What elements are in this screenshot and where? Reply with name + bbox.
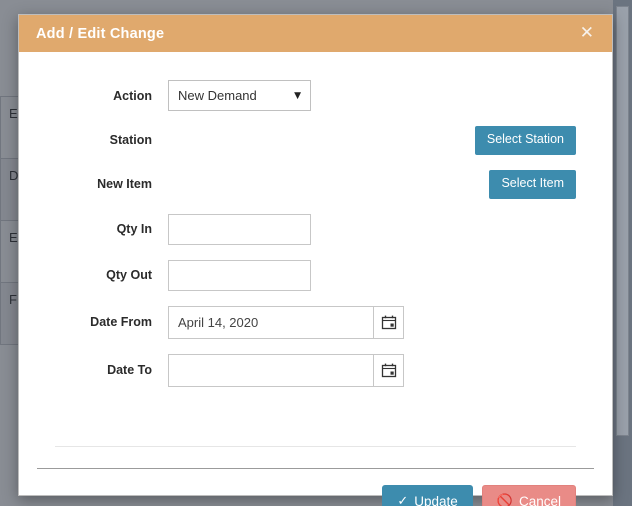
select-station-button[interactable]: Select Station — [474, 126, 576, 155]
date-to-group — [168, 353, 404, 387]
qty-in-label: Qty In — [116, 222, 152, 236]
calendar-icon-button-date-from[interactable] — [373, 305, 404, 339]
field-row-action: Action New Demand ▼ — [19, 80, 612, 111]
check-icon: ✓ — [397, 493, 409, 506]
qty-out-control — [168, 259, 612, 291]
calendar-icon-button-date-to[interactable] — [373, 353, 404, 387]
close-icon[interactable]: ✕ — [576, 23, 598, 44]
qty-in-control — [168, 213, 612, 245]
field-row-station: Station Select Station — [19, 126, 612, 155]
no-entry-icon: 🚫 — [496, 493, 513, 506]
new-item-control: Select Item — [168, 169, 612, 199]
field-row-date-to: Date To — [19, 353, 612, 387]
action-control: New Demand ▼ — [168, 80, 612, 111]
date-from-input[interactable] — [168, 305, 373, 339]
form-divider — [55, 446, 576, 447]
date-to-label: Date To — [107, 363, 152, 377]
field-row-new-item: New Item Select Item — [19, 169, 612, 199]
calendar-icon — [381, 363, 396, 378]
action-label: Action — [113, 88, 152, 103]
vertical-scrollbar[interactable] — [613, 0, 632, 506]
dialog-header: Add / Edit Change ✕ — [19, 15, 612, 52]
dialog-title: Add / Edit Change — [36, 25, 165, 42]
add-edit-change-dialog: Add / Edit Change ✕ Action New Demand ▼ … — [18, 14, 613, 506]
action-select-wrap: New Demand ▼ — [168, 80, 311, 111]
qty-out-label: Qty Out — [106, 268, 152, 282]
update-button-label: Update — [414, 493, 458, 506]
station-label: Station — [109, 133, 152, 148]
station-control: Select Station — [168, 126, 612, 155]
cancel-button[interactable]: 🚫 Cancel — [481, 484, 576, 506]
update-button[interactable]: ✓ Update — [382, 484, 473, 506]
field-row-date-from: Date From — [19, 305, 612, 339]
dialog-body: Action New Demand ▼ Station Select Stati… — [19, 52, 612, 506]
field-row-qty-out: Qty Out — [19, 259, 612, 291]
date-from-group — [168, 305, 404, 339]
field-row-qty-in: Qty In — [19, 213, 612, 245]
qty-in-input[interactable] — [168, 213, 311, 245]
new-item-label: New Item — [97, 177, 152, 192]
dialog-footer: ✓ Update 🚫 Cancel — [19, 469, 612, 506]
scrollbar-thumb[interactable] — [616, 6, 629, 436]
date-to-control — [168, 353, 612, 387]
calendar-icon — [381, 315, 396, 330]
action-select[interactable]: New Demand — [168, 80, 311, 111]
qty-out-input[interactable] — [168, 259, 311, 291]
date-from-label: Date From — [90, 315, 152, 329]
cancel-button-label: Cancel — [518, 493, 561, 506]
select-item-button[interactable]: Select Item — [489, 169, 576, 199]
date-from-control — [168, 305, 612, 339]
date-to-input[interactable] — [168, 353, 373, 387]
